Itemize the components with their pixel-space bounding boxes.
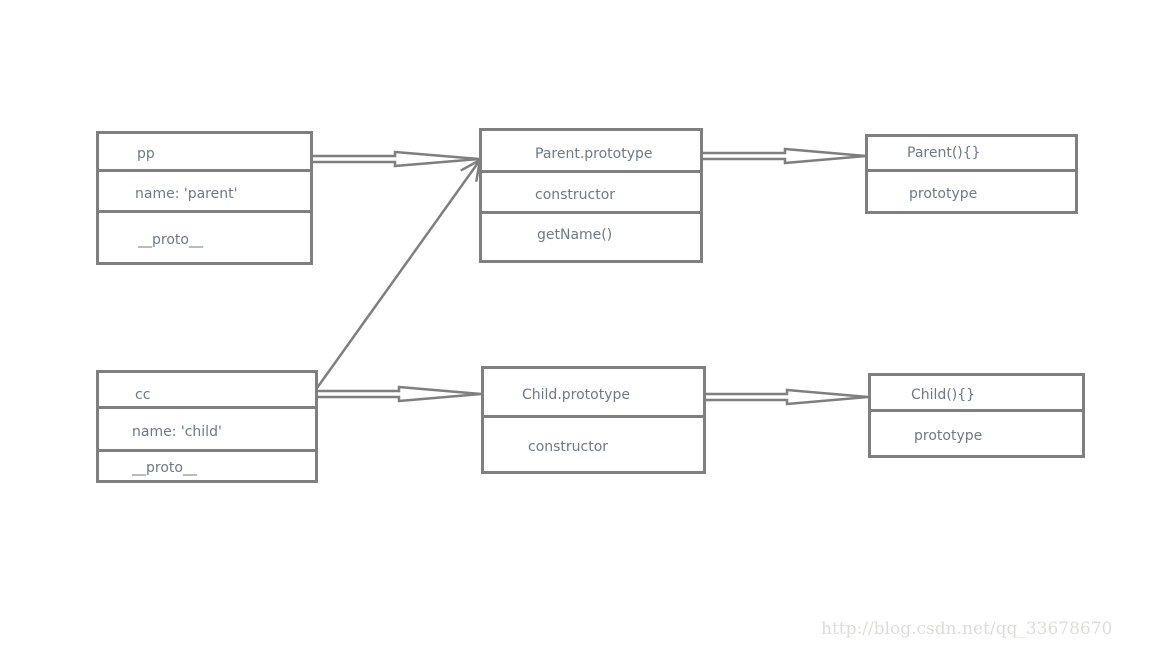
arrow-child-prototype-to-child-fn xyxy=(706,388,869,406)
arrow-pp-to-parent-prototype xyxy=(312,150,480,168)
watermark: http://blog.csdn.net/qq_33678670 xyxy=(821,619,1113,639)
arrow-cc-to-child-prototype xyxy=(317,385,482,403)
arrow-cc-to-parent-prototype xyxy=(315,159,482,389)
arrows-layer xyxy=(312,147,869,406)
arrow-parent-prototype-to-parent-fn xyxy=(703,147,867,165)
